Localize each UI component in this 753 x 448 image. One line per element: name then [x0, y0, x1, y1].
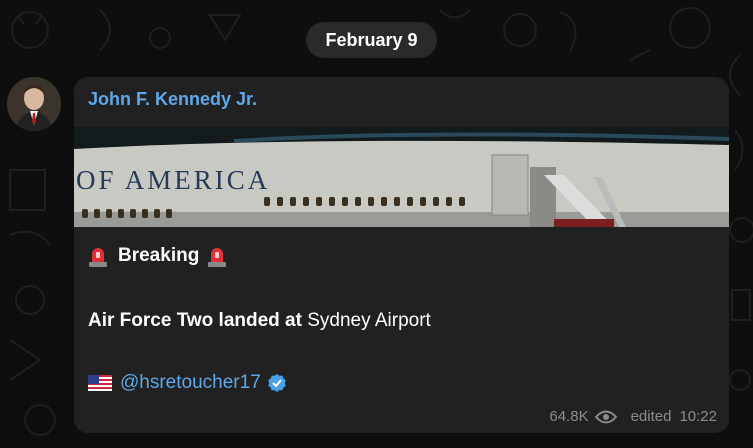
avatar-portrait: [7, 77, 61, 131]
photo-lettering: OF AMERICA: [76, 165, 270, 195]
breaking-label: Breaking: [118, 245, 200, 266]
body-line: Air Force Two landed at Sydney Airport: [88, 310, 431, 332]
view-count: 64.8K: [549, 408, 589, 425]
us-flag-icon: [88, 375, 112, 391]
sender-name[interactable]: John F. Kennedy Jr.: [88, 89, 257, 110]
breaking-line: Breaking: [88, 245, 231, 267]
eye-icon: [594, 410, 617, 423]
edited-label: edited: [630, 408, 672, 425]
message-time: 10:22: [679, 408, 717, 425]
body-bold-text: Air Force Two landed at: [88, 310, 302, 331]
date-separator: February 9: [306, 22, 437, 58]
message-meta: 64.8K edited 10:22: [549, 408, 717, 425]
sender-avatar[interactable]: [7, 77, 61, 131]
message-bubble[interactable]: John F. Kennedy Jr. OF AMERICA Breaking …: [74, 77, 729, 433]
siren-icon: [89, 248, 107, 267]
message-photo[interactable]: OF AMERICA: [74, 127, 729, 227]
mention-link[interactable]: @hsretoucher17: [120, 372, 261, 394]
body-location-text: Sydney Airport: [301, 310, 431, 331]
verified-badge-icon: [267, 374, 286, 392]
siren-icon: [208, 248, 227, 267]
handle-line: @hsretoucher17: [88, 372, 287, 394]
